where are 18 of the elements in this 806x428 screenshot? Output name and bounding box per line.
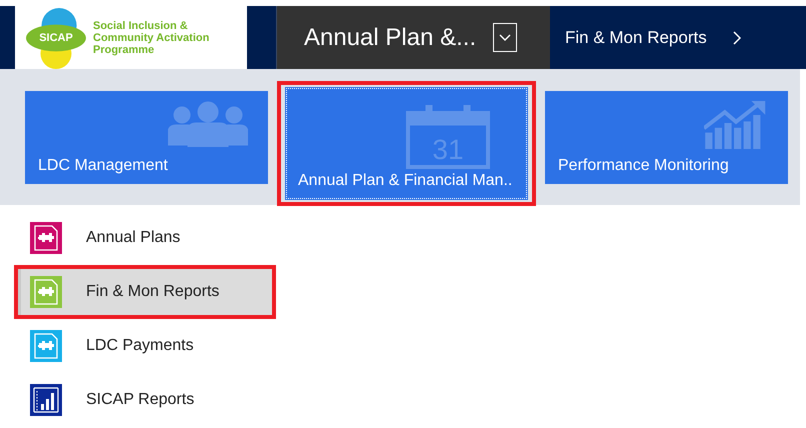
logo-text: Social Inclusion & [93,20,189,32]
area-menu[interactable]: Annual Plan &... [276,6,550,69]
people-icon [168,101,248,147]
dropdown-button[interactable] [493,23,518,52]
list-item[interactable]: Fin & Mon Reports [18,269,272,315]
list-item[interactable]: SICAP Reports [18,377,272,423]
logo-badge: SICAP [25,6,87,68]
nav-tile[interactable]: Performance Monitoring [545,91,788,184]
area-title: Annual Plan &... [304,24,476,52]
list-item[interactable]: Annual Plans [18,215,272,261]
logo-text: Community Activation [93,32,210,44]
breadcrumb-link[interactable]: Fin & Mon Reports [550,6,806,69]
chevron-down-icon [499,34,512,42]
logo-text: Programme [93,44,156,56]
list-item[interactable]: LDC Payments [18,323,272,369]
chevron-right-icon [732,30,741,44]
nav-tile[interactable]: LDC Management [25,91,268,184]
chart-icon [704,101,768,149]
